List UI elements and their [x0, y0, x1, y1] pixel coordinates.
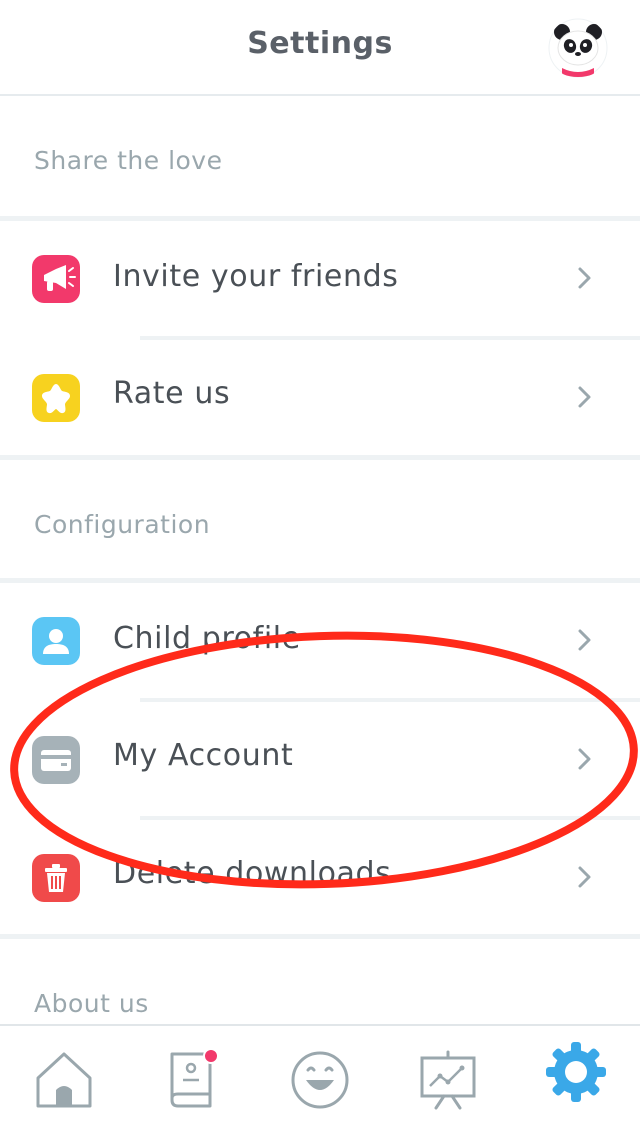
user-icon	[32, 617, 80, 665]
row-my-account[interactable]: My Account	[0, 702, 640, 818]
row-label: My Account	[113, 738, 294, 773]
chevron-right-icon	[578, 386, 591, 408]
section-config: Configuration	[0, 460, 640, 578]
row-label: Child profile	[113, 621, 301, 656]
avatar[interactable]	[548, 18, 608, 78]
tab-smile[interactable]	[256, 1026, 384, 1138]
gear-icon	[546, 1042, 606, 1102]
megaphone-icon	[32, 255, 80, 303]
trash-icon	[32, 854, 80, 902]
row-label: Delete downloads	[113, 856, 392, 891]
row-label: Rate us	[113, 376, 231, 411]
row-delete-downloads[interactable]: Delete downloads	[0, 820, 640, 936]
chevron-right-icon	[578, 866, 591, 888]
row-label: Invite your friends	[113, 259, 399, 294]
section-about: About us	[0, 939, 640, 1024]
row-child-profile[interactable]: Child profile	[0, 583, 640, 699]
home-icon	[36, 1052, 92, 1108]
section-share: Share the love	[0, 96, 640, 216]
tab-settings[interactable]	[512, 1026, 640, 1138]
notification-badge	[203, 1048, 219, 1064]
header: Settings	[0, 0, 640, 96]
tab-book[interactable]	[128, 1026, 256, 1138]
section-label-config: Configuration	[34, 510, 211, 539]
star-icon	[32, 374, 80, 422]
chart-board-icon	[420, 1050, 476, 1110]
tab-home[interactable]	[0, 1026, 128, 1138]
tab-bar	[0, 1024, 640, 1138]
panda-avatar-icon	[548, 18, 608, 78]
book-icon	[170, 1048, 219, 1108]
section-label-share: Share the love	[34, 146, 223, 175]
page-title: Settings	[247, 26, 393, 61]
smile-icon	[291, 1051, 349, 1109]
chevron-right-icon	[578, 748, 591, 770]
section-label-about: About us	[34, 989, 149, 1018]
card-icon	[32, 736, 80, 784]
chevron-right-icon	[578, 629, 591, 651]
chevron-right-icon	[578, 267, 591, 289]
row-rate-us[interactable]: Rate us	[0, 340, 640, 456]
row-invite-friends[interactable]: Invite your friends	[0, 221, 640, 337]
tab-stats[interactable]	[384, 1026, 512, 1138]
